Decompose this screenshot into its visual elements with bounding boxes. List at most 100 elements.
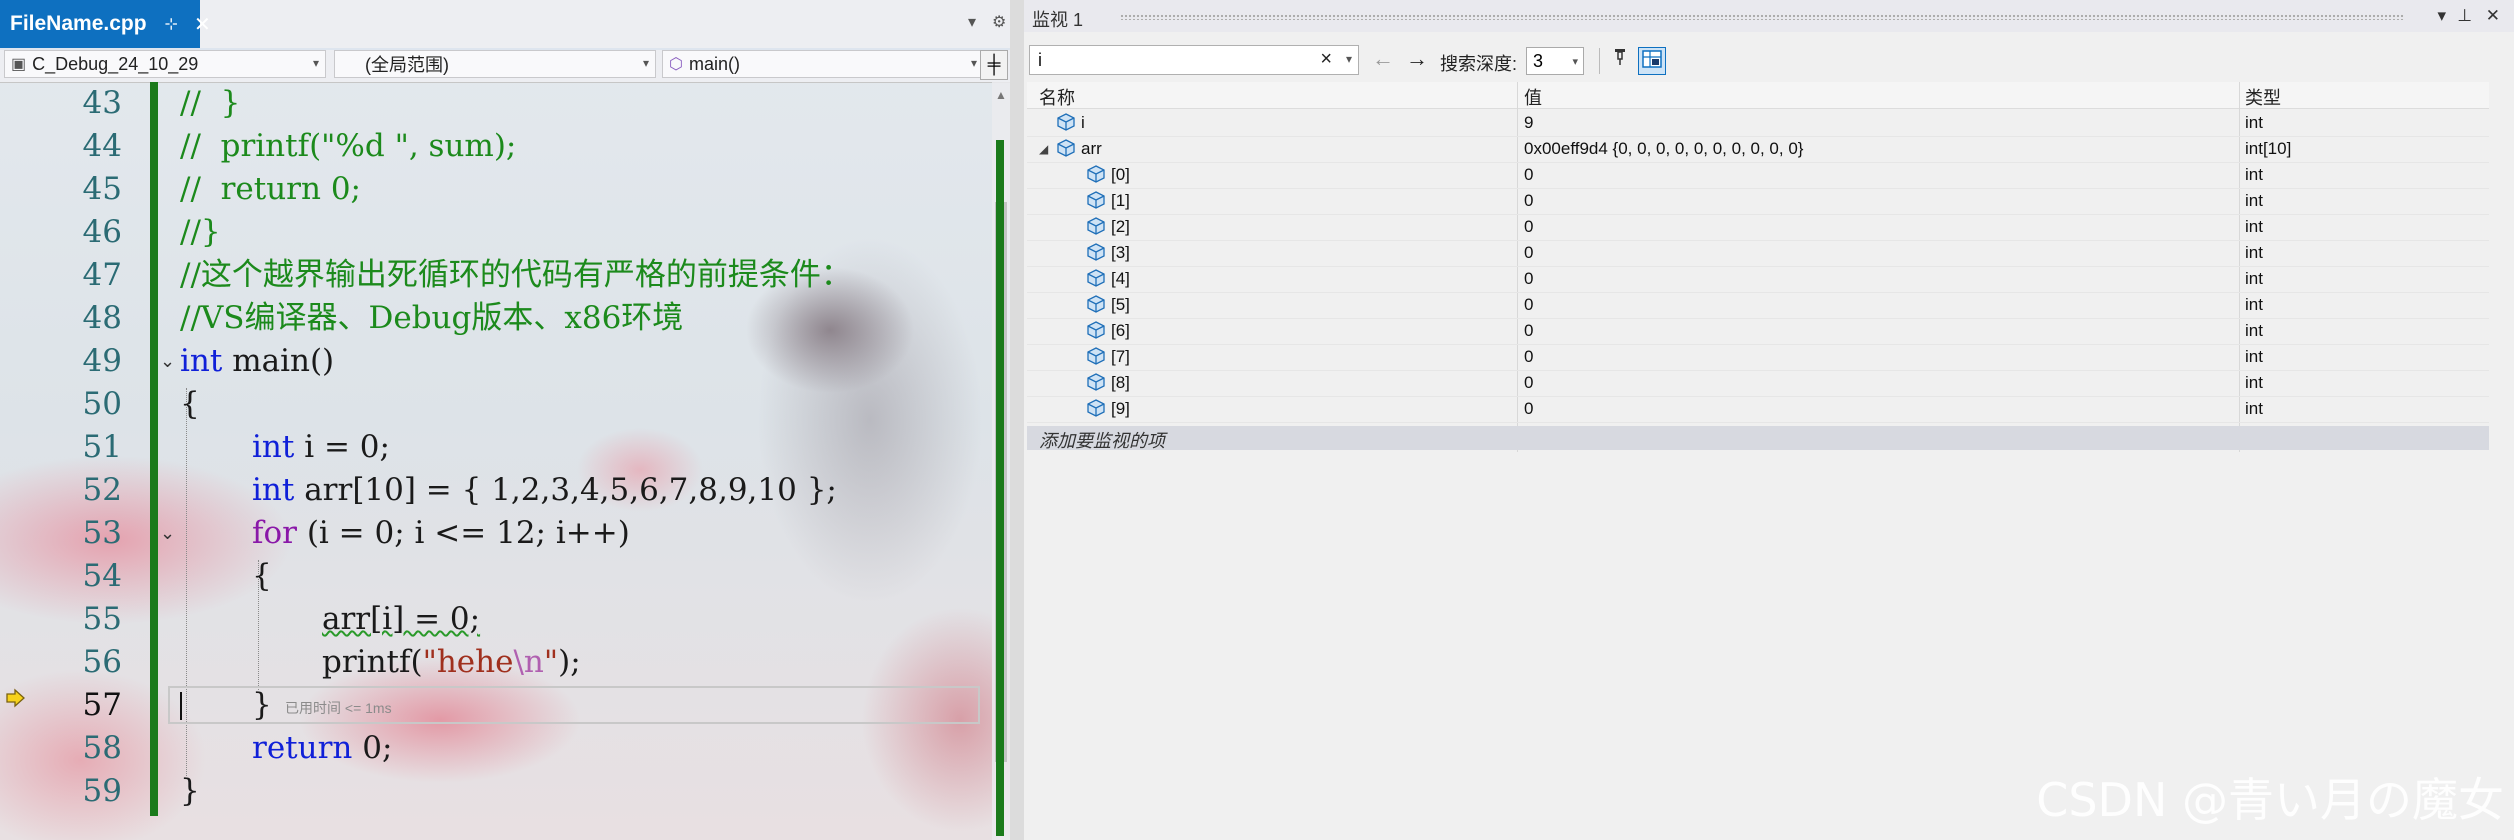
watch-row[interactable]: [4] 0 int [1027, 266, 2489, 293]
clear-search-icon[interactable]: × [1320, 48, 1332, 71]
fold-chevron-icon[interactable]: ⌄ [160, 512, 175, 555]
watch-type: int [2245, 347, 2263, 366]
code-lines[interactable]: 43 // } 44 // printf("%d ", sum); 45 // … [0, 82, 1010, 840]
watch-value[interactable]: 9 [1524, 113, 1533, 133]
code-line: 56 printf("hehe\n"); [0, 641, 1000, 684]
watch-row[interactable]: [3] 0 int [1027, 240, 2489, 267]
close-icon[interactable]: ✕ [2486, 6, 2500, 26]
search-depth-dropdown[interactable]: 3 ▾ [1526, 47, 1584, 75]
execution-pointer-icon[interactable] [6, 688, 26, 708]
line-number: 46 [82, 214, 122, 250]
pin-icon[interactable]: ⊥ [2457, 6, 2472, 26]
project-dropdown[interactable]: ▣ C_Debug_24_10_29 ▾ [4, 50, 326, 78]
function-cube-icon: ⬡ [669, 56, 683, 73]
variable-cube-icon [1087, 217, 1105, 235]
column-header-name[interactable]: 名称 [1039, 84, 1075, 110]
watch-value[interactable]: 0 [1524, 165, 1533, 185]
watch-value[interactable]: 0x00eff9d4 {0, 0, 0, 0, 0, 0, 0, 0, 0, 0… [1524, 139, 1803, 159]
expand-collapse-icon[interactable]: ◢ [1039, 142, 1048, 156]
tab-title: FileName.cpp [10, 12, 147, 35]
search-input[interactable]: i × ▾ [1029, 45, 1359, 75]
navigation-bar: ▣ C_Debug_24_10_29 ▾ (全局范围) ▾ ⬡ main() ▾… [0, 48, 1010, 83]
pin-source-button[interactable] [1606, 47, 1634, 75]
comment-text: //VS编译器、Debug版本、x86环境 [180, 300, 684, 336]
watch-name[interactable]: [8] [1111, 373, 1130, 393]
watch-row[interactable]: [5] 0 int [1027, 292, 2489, 319]
split-editor-button[interactable]: ╪ [980, 50, 1008, 80]
search-forward-icon[interactable]: → [1406, 46, 1428, 72]
project-label: C_Debug_24_10_29 [32, 53, 199, 74]
chevron-down-icon: ▾ [1572, 56, 1578, 68]
search-back-icon[interactable]: ← [1372, 46, 1394, 72]
watch-value[interactable]: 0 [1524, 269, 1533, 289]
watch-name[interactable]: [9] [1111, 399, 1130, 419]
watch-value[interactable]: 0 [1524, 217, 1533, 237]
watch-row[interactable]: [7] 0 int [1027, 344, 2489, 371]
variable-cube-icon [1087, 399, 1105, 417]
variable-cube-icon [1087, 269, 1105, 287]
string-literal: "hehe [422, 644, 514, 680]
close-icon[interactable]: ✕ [194, 12, 211, 37]
watch-name[interactable]: i [1081, 113, 1085, 133]
watch-row[interactable]: [8] 0 int [1027, 370, 2489, 397]
watch-type: int [2245, 269, 2263, 288]
code-text: ); [558, 644, 581, 680]
tab-list-dropdown-icon[interactable]: ▾ [968, 12, 976, 32]
code-line: 44 // printf("%d ", sum); [0, 125, 1000, 168]
watch-name[interactable]: arr [1081, 139, 1102, 159]
watch-name[interactable]: [5] [1111, 295, 1130, 315]
watch-value[interactable]: 0 [1524, 321, 1533, 341]
watch-row[interactable]: i 9 int [1027, 110, 2489, 137]
watch-value[interactable]: 0 [1524, 347, 1533, 367]
view-as-hex-button[interactable] [1638, 47, 1666, 75]
column-header-value[interactable]: 值 [1524, 84, 1542, 110]
watch-value[interactable]: 0 [1524, 373, 1533, 393]
watch-value[interactable]: 0 [1524, 295, 1533, 315]
add-watch-item-row[interactable]: 添加要监视的项 [1027, 426, 2489, 451]
watch-row[interactable]: ◢ arr 0x00eff9d4 {0, 0, 0, 0, 0, 0, 0, 0, … [1027, 136, 2489, 163]
watch-row[interactable]: [9] 0 int [1027, 396, 2489, 423]
watch-name[interactable]: [3] [1111, 243, 1130, 263]
pane-splitter[interactable] [1010, 0, 1024, 840]
scope-dropdown[interactable]: (全局范围) ▾ [334, 50, 656, 78]
line-number: 49 [82, 343, 122, 379]
window-menu-icon[interactable]: ▾ [2437, 6, 2446, 26]
watch-name[interactable]: [1] [1111, 191, 1130, 211]
gear-icon[interactable]: ⚙ [992, 12, 1006, 32]
variable-cube-icon [1087, 321, 1105, 339]
code-text: arr[i] = 0; [322, 601, 481, 637]
code-line: 59 } [0, 770, 1000, 813]
watch-row[interactable]: [6] 0 int [1027, 318, 2489, 345]
watch-name[interactable]: [0] [1111, 165, 1130, 185]
chevron-down-icon[interactable]: ▾ [1346, 52, 1352, 66]
code-line: 48 //VS编译器、Debug版本、x86环境 [0, 297, 1000, 340]
fold-chevron-icon[interactable]: ⌄ [160, 340, 175, 383]
watch-name[interactable]: [4] [1111, 269, 1130, 289]
watch-row[interactable]: [2] 0 int [1027, 214, 2489, 241]
watch-title-bar: 监视 1 ▾ ⊥ ✕ [1024, 0, 2514, 32]
watch-name[interactable]: [2] [1111, 217, 1130, 237]
watch-value[interactable]: 0 [1524, 399, 1533, 419]
scroll-up-icon[interactable]: ▲ [995, 88, 1007, 102]
scope-label: (全局范围) [365, 55, 449, 75]
watch-row[interactable]: [1] 0 int [1027, 188, 2489, 215]
watch-type: int [2245, 295, 2263, 314]
escape-sequence: \n [513, 644, 544, 680]
watch-name[interactable]: [7] [1111, 347, 1130, 367]
function-dropdown[interactable]: ⬡ main() ▾ [662, 50, 984, 78]
code-text: { [180, 386, 200, 422]
project-icon: ▣ [11, 56, 27, 73]
comment-text: // printf("%d ", sum); [180, 128, 517, 164]
watermark-text: CSDN @青い月の魔女 [2036, 773, 2504, 827]
variable-cube-icon [1087, 373, 1105, 391]
code-line: 54 { [0, 555, 1000, 598]
drag-grip[interactable] [1120, 14, 2404, 20]
column-header-type[interactable]: 类型 [2245, 84, 2281, 110]
watch-name[interactable]: [6] [1111, 321, 1130, 341]
watch-value[interactable]: 0 [1524, 243, 1533, 263]
tab-filename-cpp[interactable]: FileName.cpp ⊹ ✕ [0, 0, 211, 48]
watch-row[interactable]: [0] 0 int [1027, 162, 2489, 189]
pin-icon[interactable]: ⊹ [165, 14, 178, 34]
variable-cube-icon [1087, 165, 1105, 183]
watch-value[interactable]: 0 [1524, 191, 1533, 211]
